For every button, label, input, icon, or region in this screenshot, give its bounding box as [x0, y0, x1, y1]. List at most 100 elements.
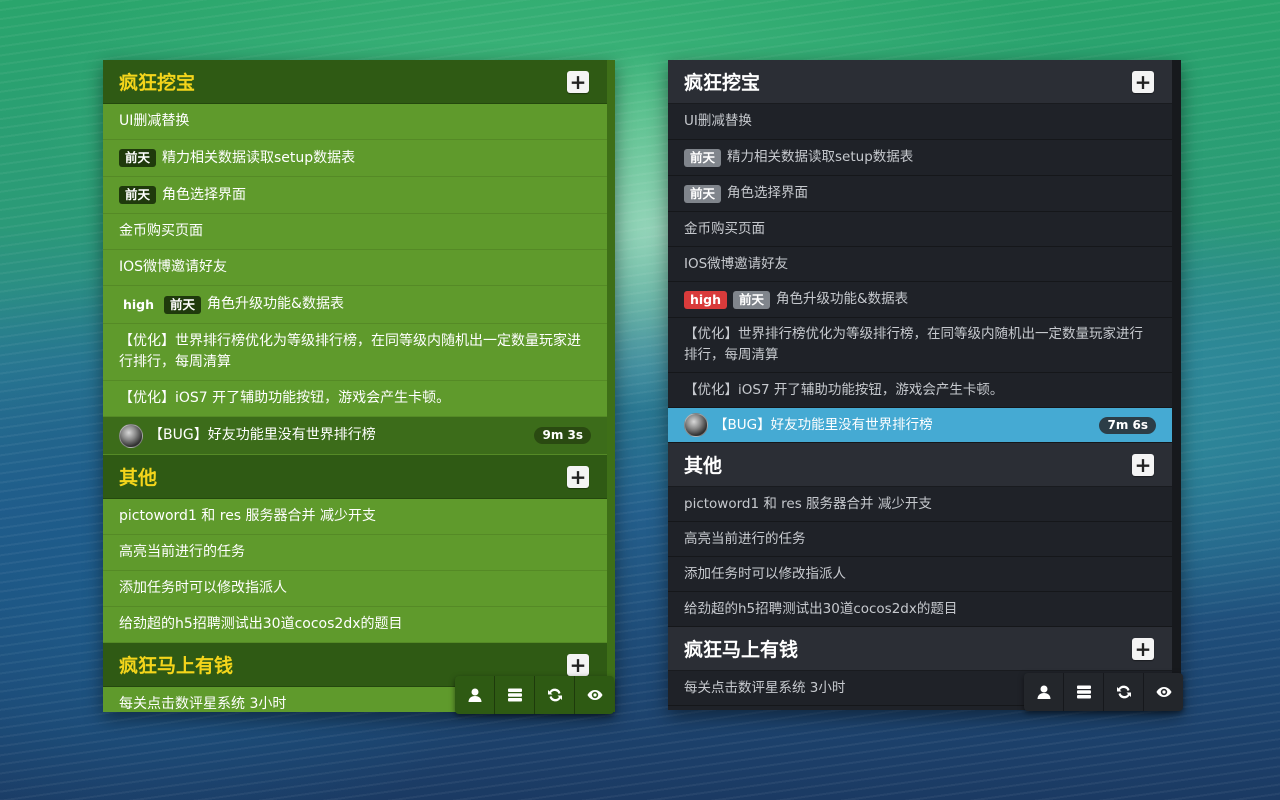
task-text: IOS微博邀请好友	[684, 255, 789, 272]
task-item[interactable]: 高亮当前进行的任务	[668, 522, 1172, 557]
task-text: 角色升级功能&数据表	[207, 296, 344, 312]
task-text: 【BUG】好友功能里没有世界排行榜	[149, 427, 376, 443]
task-text: 金币购买页面	[684, 220, 765, 237]
day-badge: 前天	[164, 295, 202, 314]
task-text: 高亮当前进行的任务	[119, 544, 245, 560]
task-text: 精力相关数据读取setup数据表	[162, 149, 356, 166]
add-task-button[interactable]: +	[1132, 453, 1154, 476]
task-item-active[interactable]: 【BUG】好友功能里没有世界排行榜 7m 6s	[668, 408, 1172, 443]
task-item[interactable]: 前天 角色选择界面	[103, 177, 607, 214]
eye-icon	[587, 690, 602, 700]
task-item[interactable]: 【优化】iOS7 开了辅助功能按钮，游戏会产生卡顿。	[103, 381, 607, 417]
group-header: 疯狂挖宝 +	[668, 60, 1172, 104]
group-title: 其他	[119, 467, 158, 489]
task-item[interactable]: 前天 角色选择界面	[668, 176, 1172, 212]
task-item[interactable]: pictoword1 和 res 服务器合并 减少开支	[668, 487, 1172, 522]
add-task-button[interactable]: +	[567, 653, 589, 676]
refresh-icon	[1116, 685, 1131, 699]
task-text: 【优化】世界排行榜优化为等级排行榜，在同等级内随机出一定数量玩家进行排行，每周清…	[684, 326, 1143, 363]
list-icon	[507, 688, 522, 702]
day-badge: 前天	[119, 186, 157, 204]
priority-badge: high	[684, 290, 728, 309]
task-item[interactable]: high 前天 角色升级功能&数据表	[668, 282, 1172, 318]
group-title: 疯狂马上有钱	[119, 655, 234, 677]
task-text: 【优化】iOS7 开了辅助功能按钮，游戏会产生卡顿。	[684, 381, 1004, 398]
avatar	[684, 413, 708, 437]
task-item[interactable]: UI删减替换	[668, 104, 1172, 140]
task-panel-green: 疯狂挖宝 + UI删减替换 前天 精力相关数据读取setup数据表 前天 角色选…	[103, 60, 615, 712]
task-item[interactable]: high 前天 角色升级功能&数据表	[103, 286, 607, 324]
task-text: IOS微博邀请好友	[119, 259, 228, 275]
add-task-button[interactable]: +	[567, 465, 589, 488]
eye-icon	[1156, 687, 1171, 697]
task-item[interactable]: 添加任务时可以修改指派人	[668, 557, 1172, 592]
task-item[interactable]: 【优化】世界排行榜优化为等级排行榜，在同等级内随机出一定数量玩家进行排行，每周清…	[103, 324, 607, 381]
add-task-button[interactable]: +	[1132, 70, 1154, 93]
task-text: 金币购买页面	[119, 223, 203, 239]
task-item[interactable]: 【优化】iOS7 开了辅助功能按钮，游戏会产生卡顿。	[668, 373, 1172, 408]
refresh-button[interactable]	[1104, 673, 1144, 711]
day-badge: 前天	[684, 148, 722, 167]
task-item[interactable]: UI删减替换	[103, 104, 607, 140]
task-text: 角色选择界面	[727, 185, 809, 201]
task-item[interactable]: 添加任务时可以修改指派人	[103, 571, 607, 607]
task-item[interactable]: 高亮当前进行的任务	[103, 535, 607, 571]
task-item[interactable]: 给劲超的h5招聘测试出30道cocos2dx的题目	[668, 592, 1172, 627]
timer-badge: 7m 6s	[1099, 416, 1156, 434]
task-text: 高亮当前进行的任务	[684, 530, 806, 547]
list-icon	[1076, 685, 1091, 699]
list-button[interactable]	[1064, 673, 1104, 711]
group-title: 其他	[684, 455, 723, 477]
timer-badge: 9m 3s	[534, 427, 591, 444]
task-item[interactable]: 金币购买页面	[103, 214, 607, 250]
list-button[interactable]	[495, 676, 535, 714]
task-item[interactable]: 金币购买页面	[668, 212, 1172, 247]
priority-badge: high	[123, 296, 155, 312]
add-task-button[interactable]: +	[567, 70, 589, 93]
task-text: pictoword1 和 res 服务器合并 减少开支	[684, 495, 932, 512]
task-item[interactable]: 【优化】世界排行榜优化为等级排行榜，在同等级内随机出一定数量玩家进行排行，每周清…	[668, 318, 1172, 373]
task-text: UI删减替换	[119, 113, 190, 129]
refresh-button[interactable]	[535, 676, 575, 714]
group-header: 其他 +	[668, 443, 1172, 487]
task-item-active[interactable]: 【BUG】好友功能里没有世界排行榜 9m 3s	[103, 417, 607, 455]
refresh-icon	[547, 688, 562, 702]
user-icon	[1037, 685, 1050, 699]
eye-button[interactable]	[1144, 673, 1183, 711]
group-header: 其他 +	[103, 455, 607, 499]
task-panel-dark: 疯狂挖宝 + UI删减替换 前天 精力相关数据读取setup数据表 前天 角色选…	[668, 60, 1181, 710]
task-text: 角色选择界面	[162, 186, 247, 203]
day-badge: 前天	[119, 149, 157, 167]
day-badge: 前天	[684, 184, 722, 203]
add-task-button[interactable]: +	[1132, 637, 1154, 660]
task-item[interactable]: pictoword1 和 res 服务器合并 减少开支	[103, 499, 607, 535]
bottom-toolbar	[455, 676, 614, 714]
task-text: 添加任务时可以修改指派人	[684, 565, 846, 582]
group-header: 疯狂马上有钱 +	[668, 627, 1172, 671]
user-button[interactable]	[1024, 673, 1064, 711]
user-icon	[468, 688, 481, 702]
task-item[interactable]: 前天 精力相关数据读取setup数据表	[103, 140, 607, 177]
task-item[interactable]: 前天 精力相关数据读取setup数据表	[668, 140, 1172, 176]
task-text: 角色升级功能&数据表	[776, 291, 909, 307]
avatar	[119, 423, 143, 448]
user-button[interactable]	[455, 676, 495, 714]
task-text: pictoword1 和 res 服务器合并 减少开支	[119, 508, 377, 524]
group-header: 疯狂挖宝 +	[103, 60, 607, 104]
task-text: 【BUG】好友功能里没有世界排行榜	[714, 416, 933, 433]
task-item[interactable]: IOS微博邀请好友	[103, 250, 607, 286]
group-title: 疯狂挖宝	[684, 72, 761, 94]
eye-button[interactable]	[575, 676, 614, 714]
task-text: 给劲超的h5招聘测试出30道cocos2dx的题目	[119, 616, 403, 632]
task-text: 添加任务时可以修改指派人	[119, 580, 287, 596]
task-text: 【优化】iOS7 开了辅助功能按钮，游戏会产生卡顿。	[119, 390, 451, 406]
group-title: 疯狂马上有钱	[684, 639, 799, 661]
bottom-toolbar	[1024, 673, 1183, 711]
task-text: 【优化】世界排行榜优化为等级排行榜，在同等级内随机出一定数量玩家进行排行，每周清…	[119, 333, 581, 370]
task-text: 精力相关数据读取setup数据表	[727, 149, 914, 165]
task-text: UI删减替换	[684, 113, 752, 129]
task-item[interactable]: IOS微博邀请好友	[668, 247, 1172, 282]
task-item[interactable]: 给劲超的h5招聘测试出30道cocos2dx的题目	[103, 607, 607, 643]
task-text: 给劲超的h5招聘测试出30道cocos2dx的题目	[684, 600, 958, 617]
group-title: 疯狂挖宝	[119, 72, 196, 94]
